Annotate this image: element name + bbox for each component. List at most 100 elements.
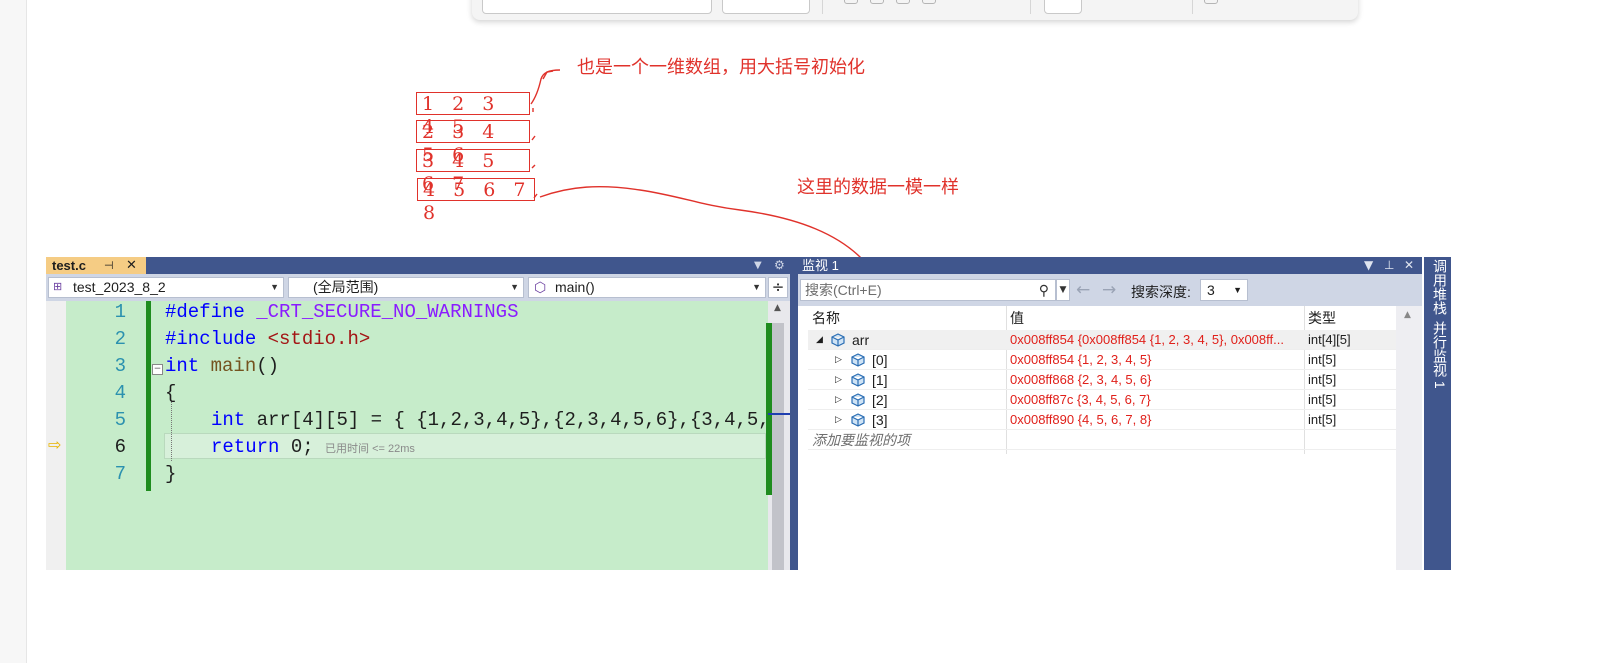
- toolbar-separator: [822, 0, 823, 14]
- expand-icon[interactable]: ▷: [835, 370, 842, 390]
- watch-grid-header: 名称 值 类型: [808, 306, 1404, 331]
- toolbar-icon[interactable]: [844, 0, 858, 4]
- scope-dropdown[interactable]: (全局范围) ▼: [288, 277, 524, 298]
- navigation-bar: ⊞ test_2023_8_2 ▼ (全局范围) ▼ ⬡ main() ▼ ÷: [46, 274, 790, 301]
- keyword: int: [211, 409, 246, 431]
- toolbar-icon[interactable]: [870, 0, 884, 4]
- annotation-row-box: 1 2 3 4 5: [416, 92, 530, 138]
- watch-row-name: [3]: [872, 412, 888, 428]
- project-icon: ⊞: [53, 281, 63, 293]
- search-depth-label: 搜索深度:: [1131, 284, 1191, 300]
- watch-row-value: 0x008ff87c {3, 4, 5, 6, 7}: [1010, 392, 1151, 407]
- code-text: 0;: [290, 436, 314, 458]
- search-icon[interactable]: ⚲: [1039, 280, 1049, 300]
- add-watch-row[interactable]: 添加要监视的项: [808, 430, 1404, 450]
- watch-search-input[interactable]: 搜索(Ctrl+E) ⚲: [800, 279, 1056, 301]
- toolbar-icon[interactable]: [922, 0, 936, 4]
- watch-row-type: int[5]: [1308, 412, 1337, 427]
- panel-splitter[interactable]: [790, 257, 798, 570]
- add-watch-placeholder: 添加要监视的项: [812, 432, 910, 448]
- watch-row[interactable]: ▷ [2] 0x008ff87c {3, 4, 5, 6, 7} int[5]: [808, 390, 1404, 410]
- preprocessor-keyword: #define: [165, 301, 245, 323]
- code-line: }: [165, 463, 176, 485]
- annotation-1d-array-note: 也是一个一维数组，用大括号初始化: [577, 57, 865, 78]
- search-depth-dropdown[interactable]: 3 ▼: [1200, 279, 1248, 301]
- line-number: 1: [114, 301, 126, 323]
- watch-row-value: 0x008ff890 {4, 5, 6, 7, 8}: [1010, 412, 1152, 427]
- search-options-dropdown[interactable]: ▼: [1056, 279, 1070, 301]
- watch-row[interactable]: ▷ [3] 0x008ff890 {4, 5, 6, 7, 8} int[5]: [808, 410, 1404, 430]
- gear-icon[interactable]: ⚙: [774, 257, 785, 274]
- column-header-type[interactable]: 类型: [1304, 306, 1336, 330]
- function-dropdown-value: main(): [555, 279, 595, 295]
- scrollbar-thumb[interactable]: [772, 323, 784, 570]
- code-text: (): [256, 355, 280, 377]
- column-header-name[interactable]: 名称: [808, 306, 840, 330]
- arrow-left-icon[interactable]: ←: [1076, 280, 1090, 300]
- code-line: #include <stdio.h>: [165, 328, 370, 350]
- watch-row-value: 0x008ff854 {0x008ff854 {1, 2, 3, 4, 5}, …: [1010, 332, 1284, 347]
- scope-dropdown-value: (全局范围): [313, 279, 379, 295]
- include-path: <stdio.h>: [267, 328, 371, 350]
- chevron-up-icon[interactable]: ▲: [774, 303, 781, 313]
- expand-icon[interactable]: ▷: [835, 390, 842, 410]
- tab-test-c[interactable]: test.c ⊣ ✕: [46, 257, 146, 274]
- chevron-down-icon: ▼: [270, 282, 279, 292]
- code-text: {: [165, 382, 177, 404]
- watch-row[interactable]: ▷ [1] 0x008ff868 {2, 3, 4, 5, 6} int[5]: [808, 370, 1404, 390]
- watch-title: 监视 1: [802, 258, 839, 273]
- watch-row[interactable]: ▷ [0] 0x008ff854 {1, 2, 3, 4, 5} int[5]: [808, 350, 1404, 370]
- variable-cube-icon: [851, 373, 865, 387]
- macro-name: _CRT_SECURE_NO_WARNINGS: [256, 301, 519, 323]
- chevron-down-icon[interactable]: ▼: [754, 257, 762, 274]
- project-dropdown-value: test_2023_8_2: [73, 279, 166, 295]
- change-tracking-bar: [146, 301, 151, 491]
- line-number: 3: [114, 355, 126, 377]
- code-area[interactable]: ⇨ 1 2 3 4 5 6 7 − #define _CRT_SECURE_NO…: [46, 301, 790, 570]
- function-dropdown[interactable]: ⬡ main() ▼: [528, 277, 766, 298]
- expand-icon[interactable]: ▷: [835, 350, 842, 370]
- elapsed-time-hint: 已用时间 <= 22ms: [325, 443, 415, 455]
- left-margin-strip: [0, 0, 27, 663]
- toolbar-icon[interactable]: [896, 0, 910, 4]
- variable-cube-icon: [851, 353, 865, 367]
- column-header-value[interactable]: 值: [1006, 306, 1024, 330]
- chevron-down-icon[interactable]: ▼: [1364, 257, 1373, 274]
- toolbar-icon[interactable]: [1204, 0, 1218, 4]
- toolbar-combo[interactable]: [482, 0, 712, 14]
- code-text: }: [165, 463, 177, 485]
- project-dropdown[interactable]: ⊞ test_2023_8_2 ▼: [48, 277, 284, 298]
- watch-grid: 名称 值 类型 ◢ arr 0x008ff854 {0x008ff854 {1,…: [808, 306, 1404, 570]
- watch-window: 监视 1 ▼ ⊥ ✕ 搜索(Ctrl+E) ⚲ ▼ ← → 搜索深度: 3 ▼ …: [798, 257, 1422, 570]
- pin-icon[interactable]: ⊥: [1384, 257, 1394, 274]
- scrollbar-change-marker: [766, 323, 772, 495]
- watch-row[interactable]: ◢ arr 0x008ff854 {0x008ff854 {1, 2, 3, 4…: [808, 330, 1404, 350]
- code-line: int arr[4][5] = { {1,2,3,4,5},{2,3,4,5,6…: [211, 409, 781, 431]
- preprocessor-keyword: #include: [165, 328, 257, 350]
- line-number: 2: [114, 328, 126, 350]
- chevron-down-icon: ▼: [752, 282, 761, 292]
- arrow-right-icon[interactable]: →: [1102, 280, 1116, 300]
- execution-pointer-icon: ⇨: [48, 435, 62, 454]
- split-window-button[interactable]: ÷: [768, 277, 788, 298]
- function-name: main: [210, 355, 257, 377]
- collapse-icon[interactable]: ◢: [816, 330, 823, 350]
- watch-vertical-scrollbar[interactable]: ▲: [1396, 306, 1422, 570]
- close-icon[interactable]: ✕: [1404, 257, 1414, 274]
- side-tab-call-stack[interactable]: 调用堆栈: [1430, 259, 1450, 315]
- side-tool-rail: 调用堆栈 并行监视 1: [1424, 257, 1451, 570]
- side-tab-parallel-watch[interactable]: 并行监视 1: [1430, 321, 1450, 389]
- fold-toggle-icon[interactable]: −: [152, 364, 163, 375]
- toolbar-toggle-button[interactable]: [1044, 0, 1082, 14]
- chevron-down-icon: ▼: [510, 282, 519, 292]
- toolbar-separator: [1030, 0, 1031, 14]
- pin-icon[interactable]: ⊣: [104, 257, 114, 274]
- keyword: return: [211, 436, 280, 458]
- annotation-row-box: 3 4 5 6 7: [416, 149, 530, 195]
- chevron-up-icon[interactable]: ▲: [1404, 310, 1411, 320]
- watch-row-type: int[5]: [1308, 392, 1337, 407]
- toolbar-combo-small[interactable]: [722, 0, 810, 14]
- close-icon[interactable]: ✕: [126, 257, 137, 274]
- expand-icon[interactable]: ▷: [835, 410, 842, 430]
- annotation-same-data-note: 这里的数据一模一样: [797, 177, 959, 198]
